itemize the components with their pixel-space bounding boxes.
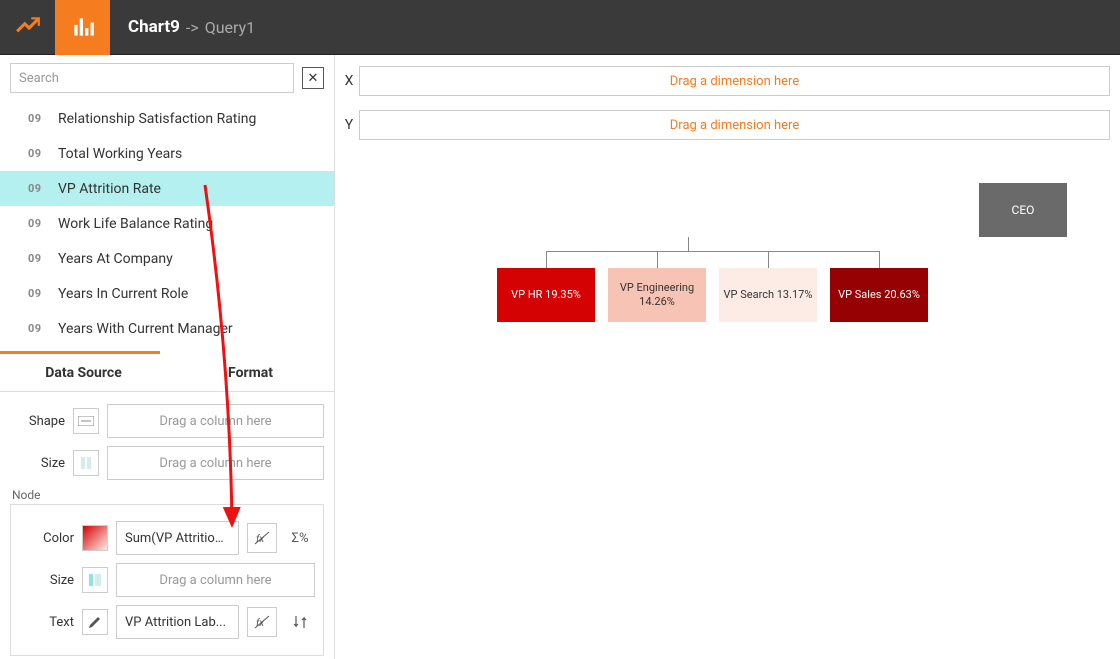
node-section-label: Node — [12, 488, 324, 502]
text-label: Text — [19, 615, 74, 630]
chart-title: Chart9 — [128, 17, 180, 37]
tab-data-source[interactable]: Data Source — [0, 354, 167, 391]
chart-node[interactable]: VP Sales 20.63% — [830, 268, 928, 322]
node-size-dropzone[interactable]: Drag a column here — [116, 563, 315, 597]
canvas: X Drag a dimension here Y Drag a dimensi… — [335, 55, 1120, 659]
field-item[interactable]: 09Years In Current Role — [0, 276, 334, 311]
node-size-icon[interactable] — [82, 567, 108, 593]
shape-icon[interactable] — [73, 408, 99, 434]
shape-dropzone[interactable]: Drag a column here — [107, 404, 324, 438]
field-item[interactable]: 09VP Attrition Rate — [0, 171, 334, 206]
color-percent-button[interactable]: Σ% — [285, 523, 315, 553]
y-axis-dropzone[interactable]: Drag a dimension here — [359, 110, 1110, 140]
x-axis-label: X — [339, 73, 359, 89]
text-edit-icon[interactable] — [82, 609, 108, 635]
field-item[interactable]: 09Years With Current Manager — [0, 311, 334, 346]
x-axis-dropzone[interactable]: Drag a dimension here — [359, 66, 1110, 96]
field-list[interactable]: 09Relationship Satisfaction Rating09Tota… — [0, 101, 334, 351]
bindings-panel: Shape Drag a column here Size Drag a col… — [0, 392, 334, 659]
query-name: Query1 — [205, 18, 255, 37]
shape-label: Shape — [10, 414, 65, 429]
node-size-label: Size — [19, 573, 74, 588]
text-sort-button[interactable] — [285, 607, 315, 637]
y-axis-label: Y — [339, 117, 359, 133]
color-dropzone[interactable]: Sum(VP Attrition ... — [116, 521, 239, 555]
text-fx-button[interactable]: fx — [247, 607, 277, 637]
size-dropzone[interactable]: Drag a column here — [107, 446, 324, 480]
field-item[interactable]: 09Relationship Satisfaction Rating — [0, 101, 334, 136]
size-label: Size — [10, 456, 65, 471]
chart-node-root[interactable]: CEO — [979, 183, 1067, 237]
color-fx-button[interactable]: fx — [247, 523, 277, 553]
app-logo[interactable] — [0, 0, 55, 55]
field-item[interactable]: 09Total Working Years — [0, 136, 334, 171]
search-input[interactable] — [10, 63, 294, 93]
clear-search-button[interactable]: ✕ — [302, 67, 324, 89]
size-icon[interactable] — [73, 450, 99, 476]
text-dropzone[interactable]: VP Attrition Lab... — [116, 605, 239, 639]
chart-node[interactable]: VP HR 19.35% — [497, 268, 595, 322]
topbar: Chart9 -> Query1 — [0, 0, 1120, 55]
breadcrumb-arrow: -> — [186, 18, 199, 37]
color-swatch[interactable] — [82, 525, 108, 551]
chart-node[interactable]: VP Search 13.17% — [719, 268, 817, 322]
color-label: Color — [19, 531, 74, 546]
sidebar: ✕ 09Relationship Satisfaction Rating09To… — [0, 55, 335, 659]
field-item[interactable]: 09Work Life Balance Rating — [0, 206, 334, 241]
field-item[interactable]: 09Years At Company — [0, 241, 334, 276]
chart-node[interactable]: VP Engineering 14.26% — [608, 268, 706, 322]
tab-format[interactable]: Format — [167, 354, 334, 391]
chart-mode-button[interactable] — [55, 0, 110, 55]
